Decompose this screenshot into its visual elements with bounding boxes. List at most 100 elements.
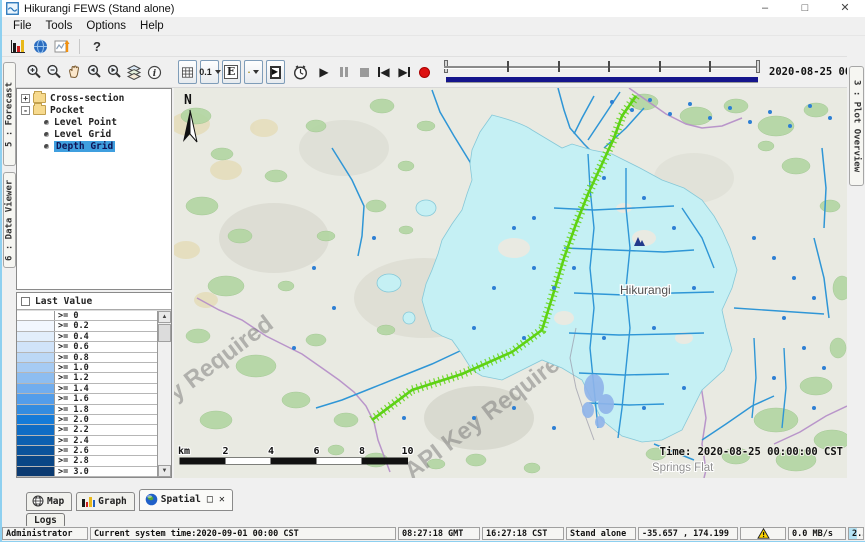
status-network-rate: 0.0 MB/s xyxy=(788,527,846,540)
tab-forecast[interactable]: 5 : Forecast xyxy=(3,62,16,166)
tab-map[interactable]: Map xyxy=(26,492,72,511)
app-logo-icon xyxy=(6,2,19,15)
svg-text:i: i xyxy=(152,69,156,79)
scroll-down-button[interactable]: ▼ xyxy=(158,465,171,477)
play-icon: ▶ xyxy=(319,66,328,78)
tab-close-icon[interactable]: ✕ xyxy=(219,494,225,505)
tab-graph[interactable]: Graph xyxy=(76,492,135,511)
legend-panel: Last Value >= 0 >= 0.2 xyxy=(16,292,172,478)
minimize-button[interactable]: – xyxy=(745,0,785,17)
tab-graph-label: Graph xyxy=(98,496,127,507)
tab-map-label: Map xyxy=(47,496,64,507)
pause-button[interactable] xyxy=(335,60,354,84)
layers-icon[interactable] xyxy=(125,60,144,84)
tab-plot-overview[interactable]: 3 : Plot Overview xyxy=(849,66,864,186)
menu-item[interactable]: Options xyxy=(79,19,133,33)
legend-color-swatch xyxy=(17,321,55,330)
tree-node-level-grid[interactable]: Level Grid xyxy=(17,128,171,140)
menu-item[interactable]: File xyxy=(6,19,39,33)
legend-row: >= 1.2 xyxy=(17,373,157,383)
svg-text:4: 4 xyxy=(268,446,274,457)
legend-color-swatch xyxy=(17,405,55,414)
menu-item[interactable]: Tools xyxy=(39,19,80,33)
tab-spatial-label: Spatial xyxy=(161,494,201,505)
tree-node-label-selected[interactable]: Depth Grid xyxy=(54,141,115,152)
info-icon[interactable]: i xyxy=(145,60,164,84)
maximize-button[interactable]: □ xyxy=(785,0,825,17)
timeline-slider[interactable] xyxy=(444,59,760,85)
zoom-in-icon[interactable] xyxy=(25,60,44,84)
status-user: Administrator xyxy=(2,527,88,540)
record-button[interactable] xyxy=(415,60,434,84)
svg-text:6: 6 xyxy=(313,446,319,457)
legend-row-label: >= 1.8 xyxy=(55,405,157,414)
status-memory: 2.5 GB xyxy=(848,527,864,540)
spatial-map-view[interactable]: API Key Required API Key Required xyxy=(174,88,847,478)
tree-node-level-point[interactable]: Level Point xyxy=(17,116,171,128)
timeline-period-bar xyxy=(446,77,758,82)
tree-node-label[interactable]: Cross-section xyxy=(50,93,124,104)
status-bar: Administrator Current system time:2020-0… xyxy=(2,526,865,541)
legend-row: >= 0.8 xyxy=(17,353,157,363)
legend-color-swatch xyxy=(17,456,55,465)
legend-row: >= 2.6 xyxy=(17,446,157,456)
animation-timer-icon[interactable] xyxy=(291,60,310,84)
animation-panel-button[interactable]: ▶ xyxy=(266,60,285,84)
grid-display-button[interactable] xyxy=(178,60,197,84)
zoom-previous-icon[interactable] xyxy=(85,60,104,84)
timeline-right-handle[interactable] xyxy=(756,60,760,73)
label-toggle-button[interactable]: E xyxy=(222,60,241,84)
blue-globe-icon xyxy=(145,493,158,506)
right-dock-strip: 3 : Plot Overview xyxy=(847,56,865,487)
bar-icon xyxy=(408,67,410,77)
classification-dropdown[interactable]: 0.1 xyxy=(200,60,219,84)
timeseries-display-icon[interactable] xyxy=(51,37,73,55)
legend-row: >= 1.8 xyxy=(17,405,157,415)
folder-icon xyxy=(33,105,46,115)
legend-row: >= 2.2 xyxy=(17,425,157,435)
legend-color-swatch xyxy=(17,425,55,434)
collapse-icon[interactable]: - xyxy=(21,106,30,115)
place-label-springs-flat: Springs Flat xyxy=(652,462,714,474)
zoom-next-icon[interactable] xyxy=(105,60,124,84)
scroll-up-button[interactable]: ▲ xyxy=(158,311,171,323)
expand-icon[interactable]: + xyxy=(21,94,30,103)
legend-row-label: >= 2.0 xyxy=(55,415,157,424)
tree-node-label[interactable]: Level Point xyxy=(54,117,117,128)
zoom-out-icon[interactable] xyxy=(45,60,64,84)
step-back-button[interactable]: ◀ xyxy=(375,60,394,84)
map-canvas[interactable]: API Key Required API Key Required xyxy=(174,88,847,478)
step-forward-button[interactable]: ▶ xyxy=(395,60,414,84)
timeline-tick xyxy=(709,61,711,72)
explorer-chart-icon[interactable] xyxy=(7,37,29,55)
warning-threshold-dropdown[interactable] xyxy=(244,60,263,84)
timeline-tick xyxy=(507,61,509,72)
stop-button[interactable] xyxy=(355,60,374,84)
tree-node-label[interactable]: Level Grid xyxy=(54,129,111,140)
tree-node-depth-grid[interactable]: Depth Grid xyxy=(17,140,171,152)
play-button[interactable]: ▶ xyxy=(315,60,334,84)
last-value-option[interactable]: Last Value xyxy=(17,293,171,310)
svg-text:km: km xyxy=(178,446,190,457)
menu-item[interactable]: Help xyxy=(133,19,171,33)
stop-icon xyxy=(360,68,369,77)
tree-node-pocket[interactable]: - Pocket xyxy=(17,104,171,116)
label-letter: E xyxy=(224,65,238,79)
globe-map-icon[interactable] xyxy=(29,37,51,55)
help-button[interactable]: ? xyxy=(86,37,108,55)
chevron-down-icon xyxy=(215,70,221,74)
tree-node-label[interactable]: Pocket xyxy=(50,105,84,116)
last-value-checkbox[interactable] xyxy=(21,297,30,306)
tab-spatial[interactable]: Spatial □ ✕ xyxy=(139,489,233,511)
close-button[interactable]: ✕ xyxy=(825,0,865,17)
scroll-thumb[interactable] xyxy=(158,324,171,342)
tab-maximize-icon[interactable]: □ xyxy=(207,494,213,505)
svg-text:N: N xyxy=(184,93,192,108)
pan-hand-icon[interactable] xyxy=(65,60,84,84)
legend-list: >= 0 >= 0.2 >= 0.4 xyxy=(17,310,171,477)
tab-data-viewer[interactable]: 6 : Data Viewer xyxy=(3,172,16,268)
legend-scrollbar[interactable]: ▲ ▼ xyxy=(158,311,171,477)
status-warning-indicator[interactable] xyxy=(740,527,786,540)
legend-row: >= 0.6 xyxy=(17,342,157,352)
legend-row: >= 3.0 xyxy=(17,467,157,477)
